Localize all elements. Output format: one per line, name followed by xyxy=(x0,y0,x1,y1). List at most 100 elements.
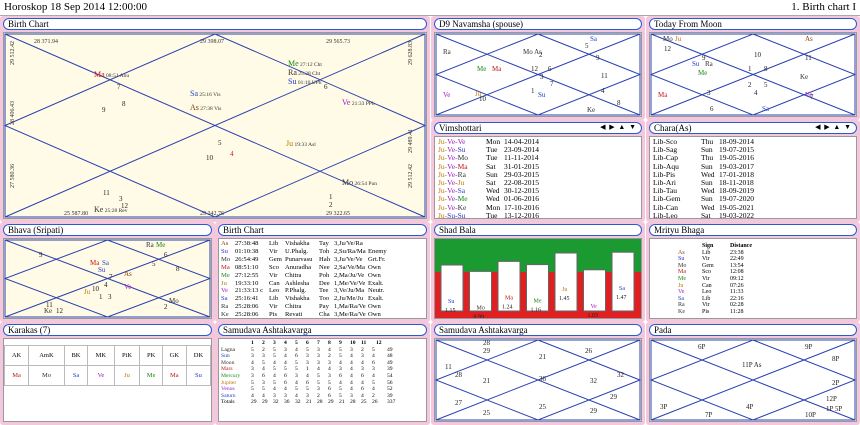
table-cell: 4 xyxy=(284,386,287,393)
panel-bhava: Bhava (Sripati) 9 6 5 7 4 10 1 3 11 12 2 8 Ra Me Ma Sa S… xyxy=(0,222,215,322)
table-cell: 6 xyxy=(284,379,287,386)
table-cell: Lagna xyxy=(221,346,235,353)
bindu-number: 25 xyxy=(539,403,547,411)
degree-label: 29 512.42 xyxy=(10,41,16,65)
house-number: 10 xyxy=(754,51,762,59)
birth-chart-area: 28 371.94 29 398.07 29 565.73 29 512.42 28 4… xyxy=(3,32,427,219)
house-number: 6 xyxy=(710,105,714,113)
table-row: Ke 25:28:06 Pis Revati Cha 3,Me/Ra/Ve Own xyxy=(221,311,424,319)
table-row: Lagna 5 2 5 3 4 5 3 4 5 3 2 5 49 xyxy=(221,347,424,354)
table-cell: 25:28:06 xyxy=(235,303,259,311)
table-cell: Grt.Fr. xyxy=(368,255,386,263)
panel-title[interactable]: Shad Bala xyxy=(434,224,642,236)
table-cell: Ve xyxy=(221,287,228,295)
list-cell: Pis xyxy=(702,308,710,315)
planet-label: Ve xyxy=(805,91,812,99)
degree-label: 29 565.73 xyxy=(326,39,350,45)
table-row: Sa 25:16:41 Lib Vishakha Too 2,Ju/Me/Ju Exalt. xyxy=(221,295,424,303)
pada-label: 1P 5P xyxy=(826,405,842,413)
list-row: Mo Gem 13:54 xyxy=(678,263,856,270)
list-row[interactable]: Lib-Leo Sat 19-03-2022 xyxy=(653,211,853,218)
panel-title[interactable]: Bhava (Sripati) xyxy=(3,224,212,236)
table-cell: 4 xyxy=(350,359,353,366)
header-row: Sign Distance xyxy=(678,243,856,250)
table-cell: 5 xyxy=(273,353,276,360)
table-cell: 5 xyxy=(262,386,265,393)
scroll-nav-icon[interactable]: ◀ ▶ ▲ ▼ xyxy=(815,123,852,131)
table-cell: 3 xyxy=(328,359,331,366)
table-row: Jupiter 5 3 5 6 4 6 5 5 4 4 4 5 56 xyxy=(221,380,424,387)
house-number: 6 xyxy=(164,251,168,259)
table-row: Sun 3 3 5 4 6 3 3 2 5 4 3 4 48 xyxy=(221,353,424,360)
table-cell: 3,Me/Ra/Ve xyxy=(334,311,366,319)
list-row[interactable]: Ju-Ve-Su Tue 23-09-2014 xyxy=(438,145,638,154)
table-cell: 5 xyxy=(251,379,254,386)
list-cell: 22:16 xyxy=(730,295,744,302)
panel-title[interactable]: Mrityu Bhaga xyxy=(649,224,857,236)
table-cell: 4 xyxy=(350,372,353,379)
table-cell: Sun xyxy=(221,353,230,360)
planet-label: Mo xyxy=(169,297,179,305)
table-cell: 4 xyxy=(328,366,331,373)
table-row: Ju 19:33:10 Can Ashlesha Dee 1,Me/Ve/Ve Exalt. xyxy=(221,280,424,288)
table-cell: 12 xyxy=(376,340,382,346)
planet-label: Su xyxy=(98,266,106,274)
panel-shad-bala: Shad Bala Su 1.15 Mo 0.99 Ma 1.24 Me 1.16 Ju 1.45… xyxy=(431,222,645,322)
planet-label: Mo 26:54 Pun xyxy=(342,178,377,187)
vimshottari-list: Ju-Ve-Ve Mon 14-04-2014 Ju-Ve-Su Tue 23-09-20… xyxy=(434,136,642,219)
panel-title[interactable]: Birth Chart xyxy=(218,224,427,236)
pada-label: 9P xyxy=(805,343,813,351)
panel-birth-table: Birth Chart As 27:38:48 Lib Vishakha Tay 3,Ju… xyxy=(215,222,430,322)
house-number: 12 xyxy=(56,307,64,315)
panel-title[interactable]: D9 Navamsha (spouse) xyxy=(434,18,642,30)
table-cell: 3 xyxy=(273,340,276,346)
table-cell: 5 xyxy=(273,366,276,373)
table-cell: Ashlesha xyxy=(285,279,310,287)
table-cell: 39 xyxy=(387,366,393,373)
table-cell: 4 xyxy=(295,392,298,399)
panel-title[interactable]: Pada xyxy=(649,324,857,336)
table-cell: 4 xyxy=(262,366,265,373)
karaka-head: BK xyxy=(63,345,89,366)
karaka-head: PiK xyxy=(113,345,141,366)
birth-chart-diagram: 28 371.94 29 398.07 29 565.7329 512.4228 4… xyxy=(4,33,426,218)
panel-title[interactable]: Karakas (7) xyxy=(3,324,212,336)
table-cell: 21 xyxy=(339,399,345,406)
table-cell: 29 xyxy=(251,399,257,406)
bar-value: 1.47 xyxy=(616,295,627,301)
table-cell: Dee xyxy=(319,279,330,287)
table-cell: Mo xyxy=(221,255,231,263)
table-cell: 4 xyxy=(361,379,364,386)
house-number: 8 xyxy=(617,99,621,107)
list-cell: 11:33 xyxy=(730,289,744,296)
panel-title[interactable]: Today From Moon xyxy=(649,18,857,30)
panel-title[interactable]: Birth Chart xyxy=(3,18,427,30)
list-cell: Ve xyxy=(678,289,685,296)
list-cell: 09:12 xyxy=(730,275,744,282)
pada-label: 7P xyxy=(705,411,713,419)
list-cell: Gem xyxy=(702,262,714,269)
planet-label: Ju xyxy=(84,288,91,296)
list-cell: Leo xyxy=(702,289,712,296)
table-cell: 4 xyxy=(317,366,320,373)
table-cell: 3 xyxy=(328,372,331,379)
panel-title[interactable]: Samudava Ashtakavarga xyxy=(434,324,642,336)
table-cell: 4 xyxy=(339,359,342,366)
table-cell: 49 xyxy=(387,346,393,353)
list-row[interactable]: Ju-Su-Su Tue 13-12-2016 xyxy=(438,211,638,218)
table-cell: 2,Su/Ra/Ma xyxy=(334,247,366,255)
house-number: 7 xyxy=(550,80,554,88)
planet-label: As xyxy=(124,270,132,278)
degree-label: 29 322.65 xyxy=(326,211,350,217)
table-row: 1 2 3 4 5 6 7 8 9 10 11 12 xyxy=(221,340,424,347)
panel-title[interactable]: Samudava Ashtakavarga xyxy=(218,324,427,336)
table-row: Me 27:12:55 Vir Chitra Poh 2,Ma/Ju/Ve Own xyxy=(221,272,424,280)
scroll-nav-icon[interactable]: ◀ ▶ ▲ ▼ xyxy=(600,123,637,131)
table-cell: 11 xyxy=(361,340,367,346)
sign-number: 7 xyxy=(117,83,121,91)
table-cell: 19:33:10 xyxy=(235,279,259,287)
table-row: Su 01:10:38 Vir U.Phalg. Toh 2,Su/Ra/Ma Enemy xyxy=(221,248,424,256)
degree-label: 28 371.94 xyxy=(34,39,58,45)
table-cell: 1,Me/Ve/Ve xyxy=(334,279,366,287)
table-cell: 3 xyxy=(262,353,265,360)
